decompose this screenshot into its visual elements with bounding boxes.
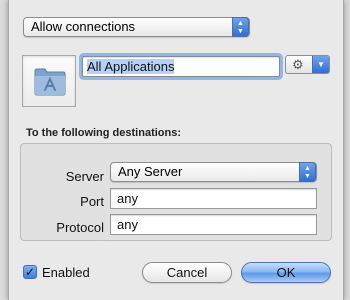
application-name-value: All Applications	[87, 59, 175, 74]
destinations-title: To the following destinations:	[26, 127, 182, 139]
action-popup-value: Allow connections	[31, 19, 136, 34]
server-label: Server	[65, 169, 104, 184]
gear-menu-button[interactable]: ⚙ ▼	[285, 55, 330, 74]
popup-arrows-icon: ▲ ▼	[299, 162, 316, 182]
action-popup[interactable]: Allow connections ▲ ▼	[23, 17, 250, 37]
server-popup-value: Any Server	[118, 164, 183, 179]
application-name-field[interactable]: All Applications	[82, 56, 280, 77]
rule-editor-sheet: Allow connections ▲ ▼ All Applications ⚙ …	[8, 0, 344, 300]
server-popup[interactable]: Any Server ▲ ▼	[110, 162, 317, 182]
protocol-label: Protocol	[56, 220, 104, 235]
popup-arrows-icon: ▲ ▼	[232, 17, 249, 37]
enabled-checkbox[interactable]: ✓	[23, 265, 37, 279]
cancel-button[interactable]: Cancel	[142, 262, 232, 283]
gear-icon: ⚙	[292, 57, 304, 72]
port-field[interactable]: any	[110, 188, 317, 209]
chevron-down-icon: ▼	[312, 56, 329, 73]
checkmark-icon: ✓	[24, 265, 36, 279]
protocol-field[interactable]: any	[110, 214, 317, 235]
port-label: Port	[80, 194, 104, 209]
enabled-label: Enabled	[42, 265, 90, 280]
applications-folder-icon	[34, 68, 66, 96]
ok-button[interactable]: OK	[241, 262, 331, 283]
application-icon-well[interactable]	[22, 55, 76, 107]
